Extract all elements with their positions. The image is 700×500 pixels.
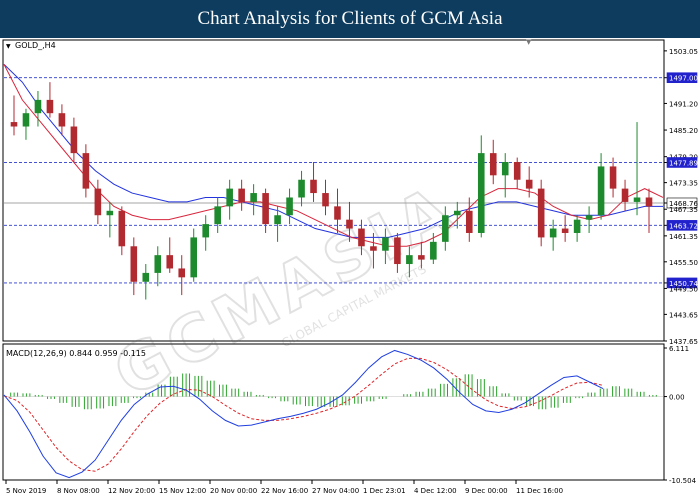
candle-body: [573, 219, 581, 233]
time-tick-label: 1 Dec 23:01: [363, 487, 406, 495]
time-tick-label: 8 Nov 08:00: [57, 487, 100, 495]
candle-body: [537, 188, 545, 238]
price-tick-label: 1461.35: [669, 233, 698, 241]
candle-body: [106, 210, 114, 216]
candle-body: [10, 122, 18, 127]
macd-tick-label: 0.00: [669, 394, 685, 402]
price-tick-label: 1473.35: [669, 180, 698, 188]
candle-body: [489, 153, 497, 176]
candle-body: [130, 246, 138, 282]
macd-pane-frame: [2, 343, 665, 481]
candle-body: [394, 237, 401, 265]
candle-body: [454, 210, 461, 216]
macd-label: MACD(12,26,9) 0.844 0.959 -0.115: [6, 349, 146, 358]
candle-body: [190, 237, 198, 278]
price-tick-label: 1491.20: [669, 100, 698, 108]
candle-body: [142, 272, 150, 282]
candle-body: [226, 188, 233, 207]
candle-body: [370, 246, 377, 251]
time-tick-label: 9 Dec 00:00: [465, 487, 508, 495]
price-tick-label: 1485.20: [669, 127, 698, 135]
candle-body: [202, 224, 209, 238]
candle-body: [609, 166, 617, 189]
chart-banner-title: Chart Analysis for Clients of GCM Asia: [0, 0, 700, 38]
time-axis: 5 Nov 2019 8 Nov 08:00 12 Nov 20:00 15 Nov …: [5, 480, 563, 495]
time-tick-label: 27 Nov 04:00: [312, 487, 359, 495]
price-tick-label: 1449.50: [669, 285, 698, 293]
price-axis: 1503.051497.001491.201485.201479.201477.…: [663, 40, 698, 346]
candle-body: [501, 161, 509, 176]
time-tick-label: 4 Dec 12:00: [414, 487, 457, 495]
candle-body: [214, 206, 221, 225]
price-tick-label: 1443.65: [669, 311, 698, 319]
candle-body: [621, 188, 629, 202]
candle-body: [250, 193, 257, 202]
candle-body: [154, 255, 162, 273]
symbol-label: GOLD_,H4: [15, 41, 56, 50]
candle-body: [418, 255, 425, 260]
macd-tick-label: 6.111: [669, 345, 689, 353]
candle-body: [238, 188, 245, 202]
time-tick-label: 12 Nov 20:00: [108, 487, 155, 495]
time-tick-label: 5 Nov 2019: [6, 487, 46, 495]
candle-body: [334, 206, 341, 220]
candle-body: [298, 179, 305, 198]
candle-body: [22, 113, 30, 127]
candle-body: [118, 210, 126, 247]
gold-h4-chart: GCMASIA GLOBAL CAPITAL MARKETS 1503.0514…: [2, 38, 698, 495]
candle-body: [442, 215, 449, 242]
candle-body: [525, 179, 533, 189]
time-tick-label: 22 Nov 16:00: [261, 487, 308, 495]
candle-body: [645, 197, 653, 207]
candle-body: [549, 228, 557, 238]
candle-body: [166, 255, 174, 269]
candle-body: [58, 113, 66, 127]
time-tick-label: 20 Nov 00:00: [210, 487, 257, 495]
candle-body: [585, 215, 593, 220]
price-tick-label: 1477.89: [669, 159, 698, 167]
candle-body: [46, 99, 54, 114]
candle-body: [597, 166, 605, 216]
candle-body: [178, 268, 186, 278]
candle-body: [310, 179, 317, 194]
macd-tick-label: -10.504: [669, 477, 697, 485]
candle-body: [274, 215, 281, 225]
price-tick-label: 1467.35: [669, 206, 698, 214]
candle-body: [465, 210, 473, 233]
candle-body: [262, 193, 269, 225]
candle-body: [358, 228, 365, 247]
candle-body: [406, 255, 413, 265]
candle-body: [477, 153, 485, 233]
candle-body: [346, 219, 353, 229]
candle-body: [382, 237, 389, 251]
price-tick-label: 1497.00: [669, 75, 698, 83]
top-axis-marker-icon: ▼: [526, 38, 532, 46]
candle-body: [82, 153, 90, 189]
candle-body: [513, 161, 521, 180]
price-tick-label: 1463.72: [669, 222, 698, 230]
candle-body: [286, 197, 293, 216]
price-tick-label: 1503.05: [669, 48, 698, 56]
candle-body: [633, 197, 641, 202]
candle-body: [322, 193, 329, 207]
candle-body: [94, 188, 102, 216]
time-tick-label: 15 Nov 12:00: [159, 487, 206, 495]
candle-body: [430, 241, 437, 260]
candle-body: [561, 228, 569, 233]
price-tick-label: 1455.50: [669, 259, 698, 267]
candle-body: [34, 99, 42, 114]
symbol-arrow-icon: ▼: [6, 43, 11, 50]
time-tick-label: 11 Dec 16:00: [516, 487, 563, 495]
candle-body: [70, 126, 78, 154]
